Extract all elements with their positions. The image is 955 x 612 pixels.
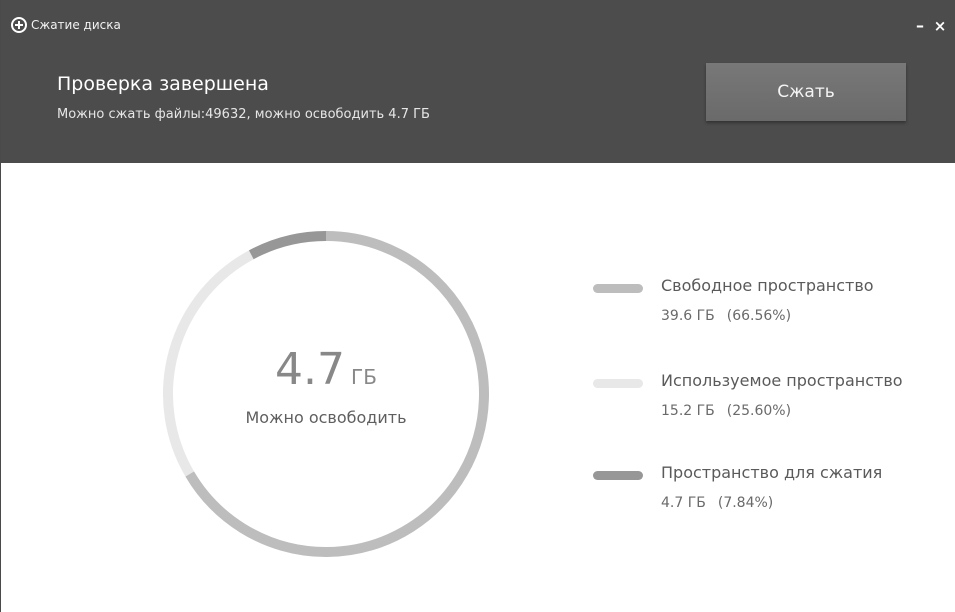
legend-label: Свободное пространство [661,276,874,295]
freeable-size: 4.7 ГБ [158,344,494,403]
legend-value: 15.2 ГБ (25.60%) [661,402,791,420]
legend-swatch [593,379,643,388]
legend-label: Пространство для сжатия [661,463,883,482]
legend-value: 4.7 ГБ (7.84%) [661,494,773,512]
scan-status-title: Проверка завершена [57,73,269,95]
donut-slice-compressible-space [248,231,327,260]
legend-item-compressible-space: Пространство для сжатия 4.7 ГБ (7.84%) [593,459,933,519]
window-title: Сжатие диска [31,18,121,32]
legend-swatch [593,284,643,293]
legend-percent: (7.84%) [717,495,774,511]
disk-compression-window: Сжатие диска – × Проверка завершена Можн… [0,0,955,612]
legend-percent: (25.60%) [726,403,792,419]
legend-value: 39.6 ГБ (66.56%) [661,307,791,325]
freeable-caption: Можно освободить [245,408,407,427]
legend-label: Используемое пространство [661,371,903,390]
minimize-button[interactable]: – [913,18,927,34]
plus-circle-icon [11,17,27,33]
compress-button[interactable]: Сжать [706,63,906,121]
legend-swatch [593,471,643,480]
close-button[interactable]: × [933,19,947,34]
legend-item-used-space: Используемое пространство 15.2 ГБ (25.60%… [593,367,933,427]
title-bar: Сжатие диска – × [1,0,955,40]
freeable-size-value: 4.7 [275,344,346,395]
legend-size: 15.2 ГБ [661,403,715,419]
legend-size: 4.7 ГБ [661,495,706,511]
legend-percent: (66.56%) [726,308,792,324]
space-donut-chart: 4.7 ГБ Можно освободить [158,226,494,562]
legend-size: 39.6 ГБ [661,308,715,324]
header-panel: Сжатие диска – × Проверка завершена Можн… [1,0,955,163]
legend-item-free-space: Свободное пространство 39.6 ГБ (66.56%) [593,272,933,332]
scan-status-details: Можно сжать файлы:49632, можно освободит… [57,107,430,122]
freeable-size-unit: ГБ [351,365,377,389]
